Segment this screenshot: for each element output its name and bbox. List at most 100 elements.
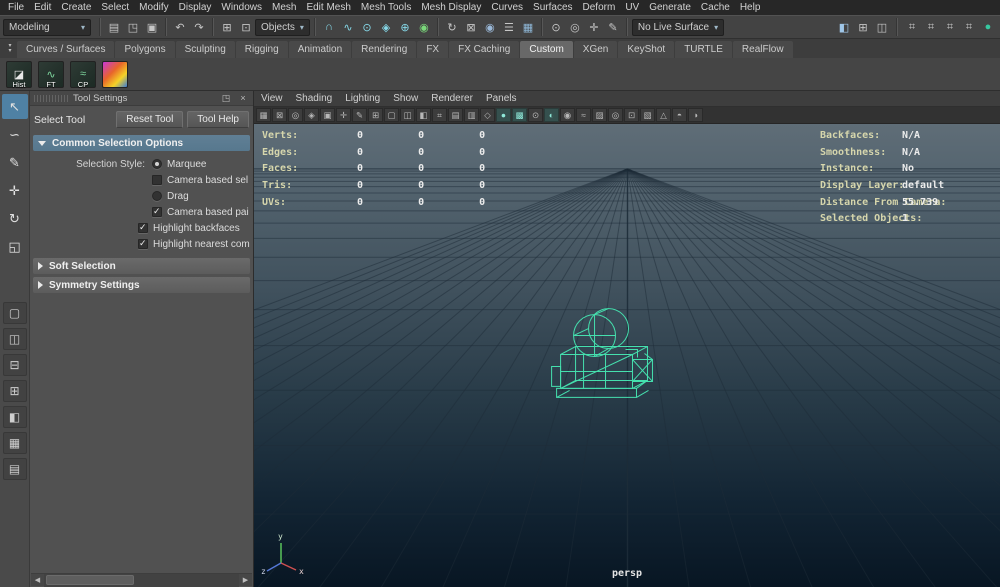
selection-mask-dropdown[interactable]: Objects ▾ <box>255 19 310 36</box>
soft-selection-header[interactable]: Soft Selection <box>33 258 250 274</box>
render-icon[interactable]: ⊙ <box>547 18 565 36</box>
isolate-select-icon[interactable]: ⊡ <box>624 108 639 122</box>
highlight-backfaces-checkbox[interactable] <box>138 223 148 233</box>
image-plane-icon[interactable]: ▣ <box>320 108 335 122</box>
shelf-tab[interactable]: Custom <box>520 41 572 58</box>
gamma-icon[interactable]: ◑ <box>688 108 703 122</box>
lock-selection-icon[interactable]: ⊠ <box>462 18 480 36</box>
snap-plane-icon[interactable]: ◈ <box>377 18 395 36</box>
marquee-radio[interactable] <box>152 159 162 169</box>
textured-icon[interactable]: ▩ <box>512 108 527 122</box>
snap-point-icon[interactable]: ⊙ <box>358 18 376 36</box>
undo-icon[interactable]: ↶ <box>171 18 189 36</box>
layout-preset-icon[interactable]: ⌗ <box>960 18 978 36</box>
snap-curve-icon[interactable]: ∿ <box>339 18 357 36</box>
select-tool-icon[interactable]: ↖ <box>2 94 28 119</box>
grid-icon[interactable]: ⊞ <box>368 108 383 122</box>
snap-view-plane-icon[interactable]: ⊕ <box>396 18 414 36</box>
lock-camera-icon[interactable]: ⊠ <box>272 108 287 122</box>
reset-tool-button[interactable]: Reset Tool <box>116 111 183 128</box>
motion-blur-icon[interactable]: ≈ <box>576 108 591 122</box>
field-chart-icon[interactable]: ⌗ <box>432 108 447 122</box>
menu-item[interactable]: Generate <box>644 1 696 14</box>
select-camera-icon[interactable]: ▦ <box>256 108 271 122</box>
menu-item[interactable]: Mesh <box>267 1 301 14</box>
custom-pane-icon[interactable]: ▤ <box>3 458 27 480</box>
symmetry-settings-header[interactable]: Symmetry Settings <box>33 277 250 293</box>
two-pane-stacked-icon[interactable]: ⊟ <box>3 354 27 376</box>
rotate-tool-icon[interactable]: ↻ <box>2 206 28 231</box>
shadows-icon[interactable]: ◐ <box>544 108 559 122</box>
dock-icon[interactable]: ◳ <box>220 93 232 104</box>
multi-pane-icon[interactable]: ▦ <box>3 432 27 454</box>
four-pane-icon[interactable]: ⊞ <box>3 380 27 402</box>
viewport-menu-item[interactable]: Panels <box>486 93 517 104</box>
construction-history-icon[interactable]: ↻ <box>443 18 461 36</box>
shelf-tab[interactable]: KeyShot <box>618 41 674 58</box>
tool-settings-header[interactable]: Tool Settings ◳ × <box>30 91 253 106</box>
wireframe-icon[interactable]: ◇ <box>480 108 495 122</box>
ambient-occlusion-icon[interactable]: ◉ <box>560 108 575 122</box>
paint-select-tool-icon[interactable]: ✎ <box>2 150 28 175</box>
shelf-item-plugin[interactable] <box>102 61 128 88</box>
menu-item[interactable]: UV <box>620 1 644 14</box>
lights-icon[interactable]: ⊙ <box>528 108 543 122</box>
shelf-menu-icon[interactable]: ▾ ▾ <box>4 44 16 54</box>
render-settings-icon[interactable]: ✛ <box>585 18 603 36</box>
camera-wireframe-object[interactable] <box>552 309 653 398</box>
menu-item[interactable]: Mesh Tools <box>356 1 416 14</box>
xray-joints-icon[interactable]: △ <box>656 108 671 122</box>
camera-based-selection-checkbox[interactable] <box>152 175 162 185</box>
depth-of-field-icon[interactable]: ◎ <box>608 108 623 122</box>
viewport-menu-item[interactable]: Lighting <box>345 93 380 104</box>
menu-item[interactable]: Select <box>96 1 134 14</box>
drag-handle[interactable] <box>34 95 68 102</box>
layout-preset-icon[interactable]: ⌗ <box>922 18 940 36</box>
shelf-tab[interactable]: XGen <box>574 41 618 58</box>
new-scene-icon[interactable]: ▤ <box>105 18 123 36</box>
scrollbar-track[interactable] <box>44 574 239 587</box>
bookmark-icon[interactable]: ◈ <box>304 108 319 122</box>
four-pane-layout-icon[interactable]: ⊞ <box>854 18 872 36</box>
shelf-tab[interactable]: FX <box>417 41 448 58</box>
layout-preset-icon[interactable]: ⌗ <box>941 18 959 36</box>
shelf-tab[interactable]: Sculpting <box>176 41 235 58</box>
layout-preset-icon[interactable]: ⌗ <box>903 18 921 36</box>
shaded-icon[interactable]: ● <box>496 108 511 122</box>
safe-action-icon[interactable]: ▤ <box>448 108 463 122</box>
menu-item[interactable]: Edit <box>29 1 56 14</box>
menu-item[interactable]: Help <box>735 1 766 14</box>
scale-tool-icon[interactable]: ◱ <box>2 234 28 259</box>
xray-icon[interactable]: ▧ <box>640 108 655 122</box>
shelf-tab[interactable]: Polygons <box>115 41 174 58</box>
menu-item[interactable]: Display <box>174 1 217 14</box>
menu-item[interactable]: Surfaces <box>528 1 577 14</box>
menu-item[interactable]: Edit Mesh <box>301 1 355 14</box>
live-surface-dropdown[interactable]: No Live Surface ▾ <box>632 19 724 36</box>
scroll-right-button[interactable]: ▶ <box>239 574 252 587</box>
redo-icon[interactable]: ↷ <box>190 18 208 36</box>
shelf-item-hist[interactable]: ◪ Hist <box>6 61 32 88</box>
close-icon[interactable]: × <box>237 93 249 103</box>
viewport-menu-item[interactable]: Show <box>393 93 418 104</box>
menu-item[interactable]: Windows <box>216 1 267 14</box>
make-live-icon[interactable]: ◉ <box>415 18 433 36</box>
menu-item[interactable]: Cache <box>696 1 735 14</box>
camera-based-painting-checkbox[interactable] <box>152 207 162 217</box>
shelf-tab[interactable]: FX Caching <box>449 41 519 58</box>
highlight-selection-icon[interactable]: ◉ <box>481 18 499 36</box>
two-d-pan-zoom-icon[interactable]: ✛ <box>336 108 351 122</box>
snap-grid-icon[interactable]: ∩ <box>320 18 338 36</box>
menu-item[interactable]: File <box>3 1 29 14</box>
multisample-icon[interactable]: ▨ <box>592 108 607 122</box>
shelf-tab[interactable]: TURTLE <box>675 41 732 58</box>
drag-radio[interactable] <box>152 191 162 201</box>
select-hierarchy-icon[interactable]: ⊞ <box>218 18 236 36</box>
grease-pencil-icon[interactable]: ✎ <box>352 108 367 122</box>
shelf-item-cp[interactable]: ≈ CP <box>70 61 96 88</box>
viewport-menu-item[interactable]: View <box>261 93 283 104</box>
scroll-left-button[interactable]: ◀ <box>31 574 44 587</box>
select-object-icon[interactable]: ⊡ <box>237 18 255 36</box>
menu-item[interactable]: Create <box>56 1 96 14</box>
viewport-canvas[interactable]: Verts: 0 0 0 Edges: 0 0 0 Faces: 0 0 0 <box>254 124 1000 587</box>
